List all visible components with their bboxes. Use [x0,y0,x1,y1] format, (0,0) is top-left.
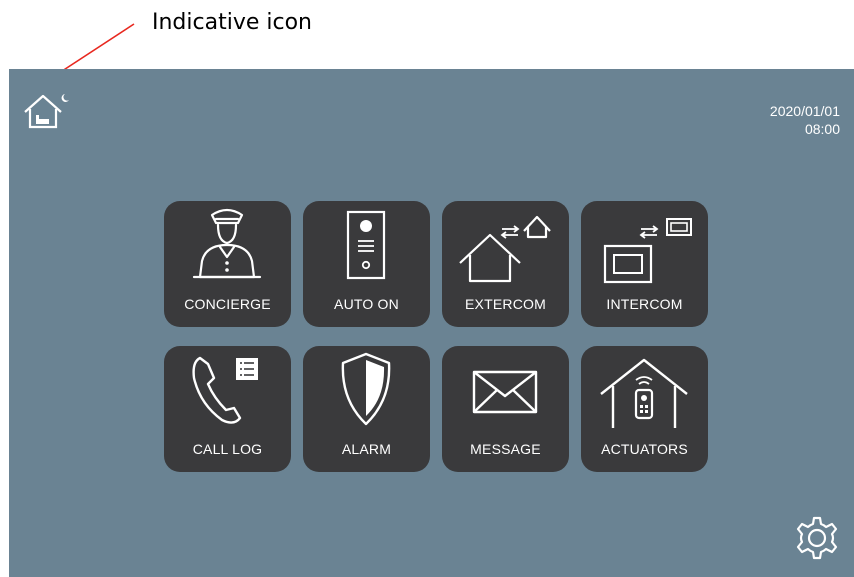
call-log-button[interactable]: CALL LOG [164,346,291,472]
call-log-label: CALL LOG [192,441,263,457]
concierge-label: CONCIERGE [184,296,271,312]
intercom-label: INTERCOM [606,296,683,312]
gear-icon[interactable] [794,515,840,561]
extercom-label: EXTERCOM [465,296,546,312]
annotation-label: Indicative icon [152,10,312,35]
datetime: 2020/01/01 08:00 [770,102,840,138]
date-text: 2020/01/01 [769,103,840,119]
auto-on-label: AUTO ON [334,296,399,312]
alarm-label: ALARM [341,441,392,457]
home-night-icon [24,94,69,129]
extercom-button[interactable]: EXTERCOM [442,201,569,327]
actuators-icon [600,358,688,428]
message-envelope-icon [472,370,538,414]
concierge-button[interactable]: CONCIERGE [164,201,291,327]
device-screen: 2020/01/01 08:00 CONCIERGE AUTO ON EXTER… [9,69,854,577]
call-log-icon [192,356,258,424]
intercom-button[interactable]: INTERCOM [581,201,708,327]
intercom-icon [603,218,692,284]
auto-on-button[interactable]: AUTO ON [303,201,430,327]
alarm-button[interactable]: ALARM [303,346,430,472]
actuators-button[interactable]: ACTUATORS [581,346,708,472]
alarm-shield-icon [341,352,391,426]
message-label: MESSAGE [470,441,541,457]
actuators-label: ACTUATORS [601,441,688,457]
message-button[interactable]: MESSAGE [442,346,569,472]
concierge-icon [192,208,262,279]
extercom-icon [459,215,551,283]
door-station-icon [346,210,386,280]
time-text: 08:00 [804,121,840,137]
